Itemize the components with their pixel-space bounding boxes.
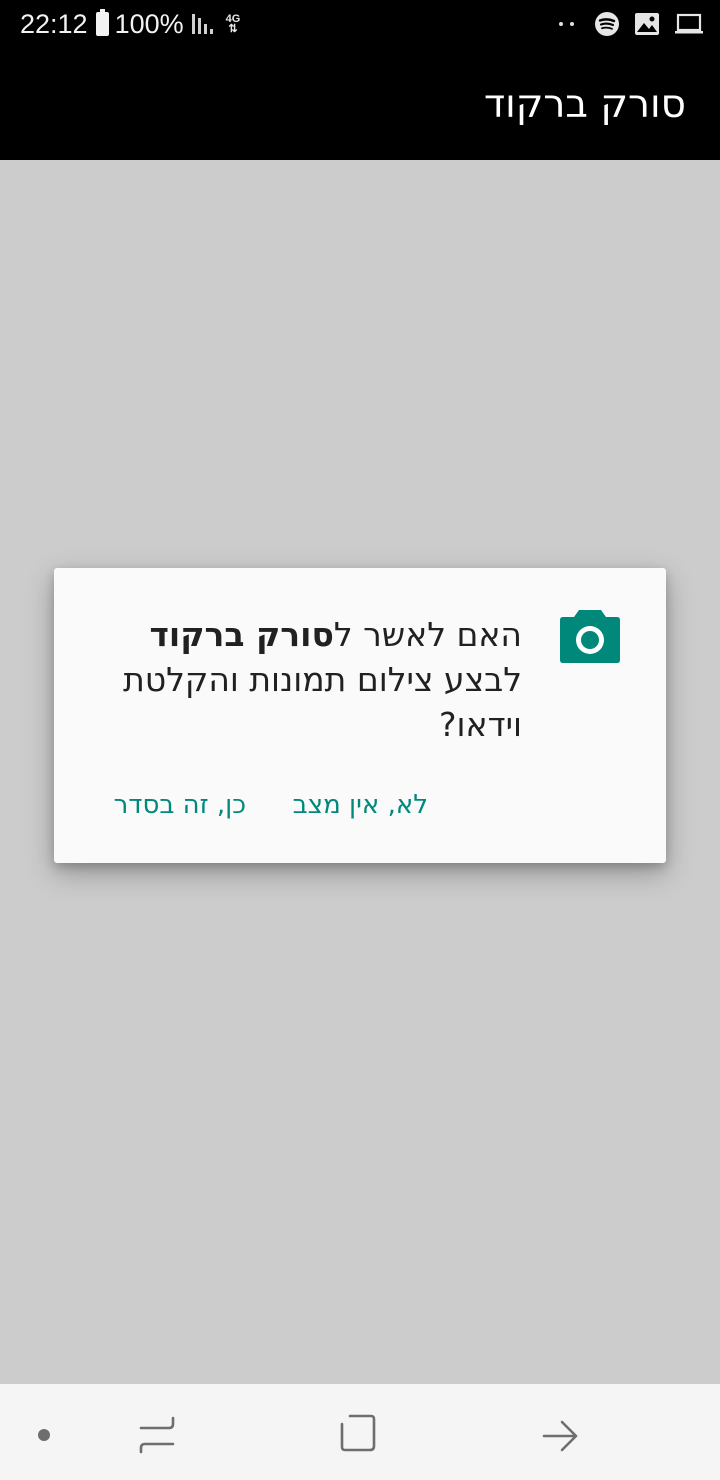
status-bar: 22:12 100% 4G ⇅ [0,0,720,48]
back-icon[interactable] [530,1402,590,1462]
allow-button[interactable]: כן, זה בסדר [114,790,246,820]
app-bar: סורק ברקוד [0,48,720,160]
permission-dialog: האם לאשר לסורק ברקוד לבצע צילום תמונות ו… [54,568,666,863]
message-app-name: סורק ברקוד [149,615,334,654]
message-suffix: לבצע צילום תמונות והקלטת וידאו? [123,660,522,744]
image-icon [635,13,659,35]
navigation-bar [0,1384,720,1480]
laptop-icon [675,13,703,34]
notification-dot-icon[interactable] [14,1402,74,1462]
recents-icon[interactable] [127,1402,187,1462]
battery-percent: 100% [114,8,184,39]
deny-button[interactable]: לא, אין מצב [293,790,428,820]
message-prefix: האם לאשר ל [333,615,522,654]
dialog-actions: לא, אין מצב כן, זה בסדר [54,790,666,830]
camera-icon [560,610,620,663]
home-icon[interactable] [328,1402,388,1462]
signal-icon [191,14,218,34]
app-title: סורק ברקוד [483,82,686,127]
network-type: 4G [225,13,241,25]
status-time: 22:12 [20,8,88,39]
notification-dots-icon [559,22,574,26]
permission-message: האם לאשר לסורק ברקוד לבצע צילום תמונות ו… [82,612,522,747]
spotify-icon [595,12,619,36]
status-right [559,8,704,40]
battery-icon [95,9,109,36]
network-4g-icon: 4G ⇅ [225,13,241,35]
status-left: 22:12 100% 4G ⇅ [20,6,240,42]
